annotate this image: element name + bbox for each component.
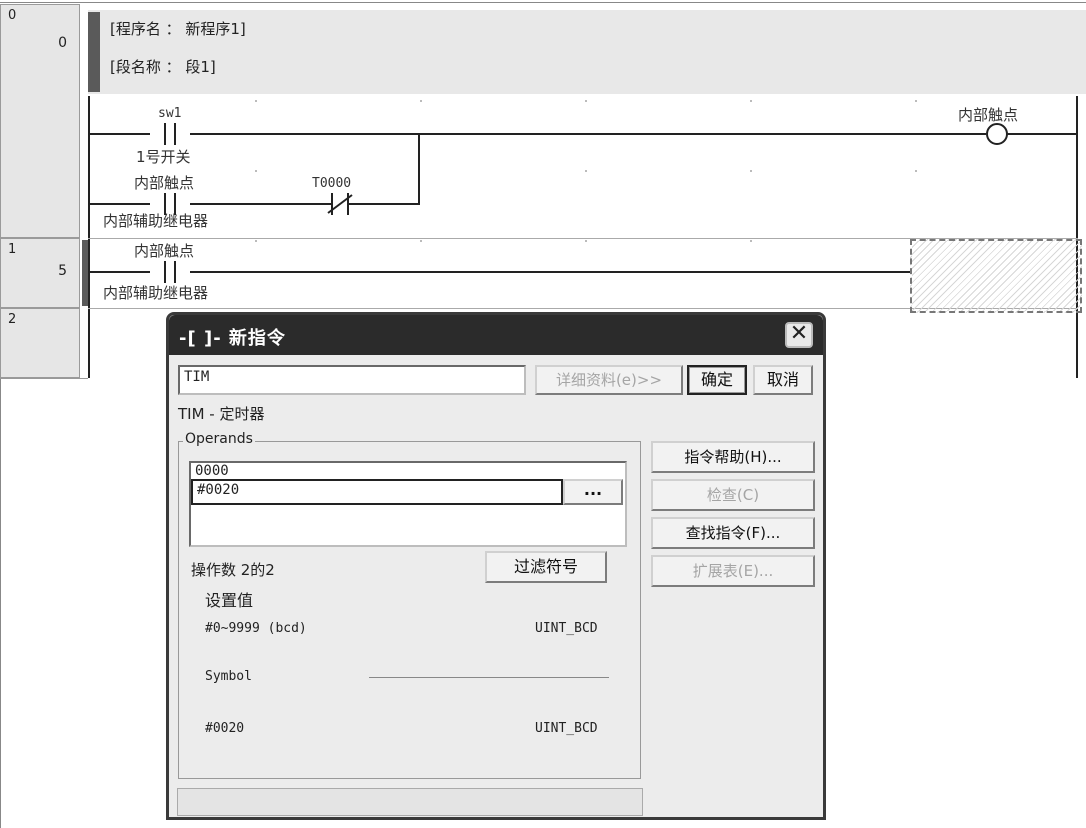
dialog-title: -[ ]- 新指令 xyxy=(179,328,286,349)
current-value-type: UINT_BCD xyxy=(535,721,598,736)
value-range: #0~9999 (bcd) xyxy=(205,621,307,636)
right-power-rail xyxy=(1076,96,1078,378)
comment-marker xyxy=(88,12,100,92)
close-button[interactable]: ✕ xyxy=(785,322,813,348)
filter-symbols-button[interactable]: 过滤符号 xyxy=(485,551,607,583)
symbol-divider xyxy=(369,677,609,678)
rung-index: 2 xyxy=(8,312,17,327)
instruction-description: TIM - 定时器 xyxy=(178,405,265,423)
contact-t0000-label: T0000 xyxy=(312,176,352,191)
section-name-comment: [段名称 ： 段1] xyxy=(110,58,216,76)
rung0-wire xyxy=(90,133,986,135)
details-button[interactable]: 详细资料(e)>> xyxy=(535,365,683,395)
contact-sw1-comment: 1号开关 xyxy=(136,148,191,166)
coil-internal-contact[interactable] xyxy=(986,123,1008,145)
rung0-branch-join xyxy=(418,133,420,205)
rung-number-cell[interactable]: 0 0 xyxy=(0,4,80,238)
rung0-branch-wire xyxy=(90,203,420,205)
rung1-contact-comment: 内部辅助继电器 xyxy=(103,284,209,302)
rung1-wire xyxy=(90,271,910,273)
instruction-input[interactable]: TIM xyxy=(178,365,526,395)
ok-button[interactable]: 确定 xyxy=(687,365,747,395)
rung-step: 5 xyxy=(58,263,67,279)
instruction-help-button[interactable]: 指令帮助(H)... xyxy=(651,441,815,473)
contact-sw1-label: sw1 xyxy=(158,106,182,121)
editor-left-border xyxy=(0,378,1,828)
contact-sw1[interactable] xyxy=(150,123,190,145)
check-button[interactable]: 检查(C) xyxy=(651,479,815,511)
contact-internal-label: 内部触点 xyxy=(134,174,195,192)
dialog-status-bar xyxy=(177,788,643,816)
browse-button[interactable]: ... xyxy=(563,479,623,505)
close-icon: ✕ xyxy=(789,321,809,346)
value-range-type: UINT_BCD xyxy=(535,621,598,636)
setting-value-label: 设置值 xyxy=(205,591,254,610)
rung-number-cell[interactable]: 2 xyxy=(0,308,80,378)
rung-col-bottom xyxy=(0,378,88,379)
left-power-rail xyxy=(88,96,90,378)
insertion-cursor[interactable] xyxy=(910,239,1082,313)
rung0-wire-end xyxy=(1006,133,1078,135)
rung-selected-marker xyxy=(82,240,88,306)
top-border xyxy=(0,2,1086,3)
program-name-comment: [程序名 ： 新程序1] xyxy=(110,20,246,38)
operand-count: 操作数 2的2 xyxy=(191,561,275,579)
operand-1[interactable]: 0000 xyxy=(195,463,229,479)
new-instruction-dialog: -[ ]- 新指令 ✕ TIM 详细资料(e)>> 确定 取消 TIM - 定时… xyxy=(166,312,826,820)
rung-number-cell[interactable]: 1 5 xyxy=(0,238,80,308)
find-instruction-button[interactable]: 查找指令(F)... xyxy=(651,517,815,549)
dialog-titlebar[interactable]: -[ ]- 新指令 ✕ xyxy=(169,315,823,355)
rung-index: 1 xyxy=(8,242,17,257)
contact-t0000-nc[interactable] xyxy=(320,193,360,215)
contact-internal-comment: 内部辅助继电器 xyxy=(103,212,209,230)
operands-legend: Operands xyxy=(183,431,255,447)
symbol-label: Symbol xyxy=(205,669,252,684)
expansion-table-button[interactable]: 扩展表(E)... xyxy=(651,555,815,587)
cancel-button[interactable]: 取消 xyxy=(753,365,813,395)
rung1-contact[interactable] xyxy=(150,261,190,283)
nc-contact-icon xyxy=(320,193,360,215)
rung1-contact-label: 内部触点 xyxy=(134,242,195,260)
rung-step: 0 xyxy=(58,35,67,51)
current-value: #0020 xyxy=(205,721,245,736)
rung-index: 0 xyxy=(8,8,17,23)
coil-label: 内部触点 xyxy=(958,106,1019,124)
operand-2-input[interactable]: #0020 xyxy=(191,479,563,505)
